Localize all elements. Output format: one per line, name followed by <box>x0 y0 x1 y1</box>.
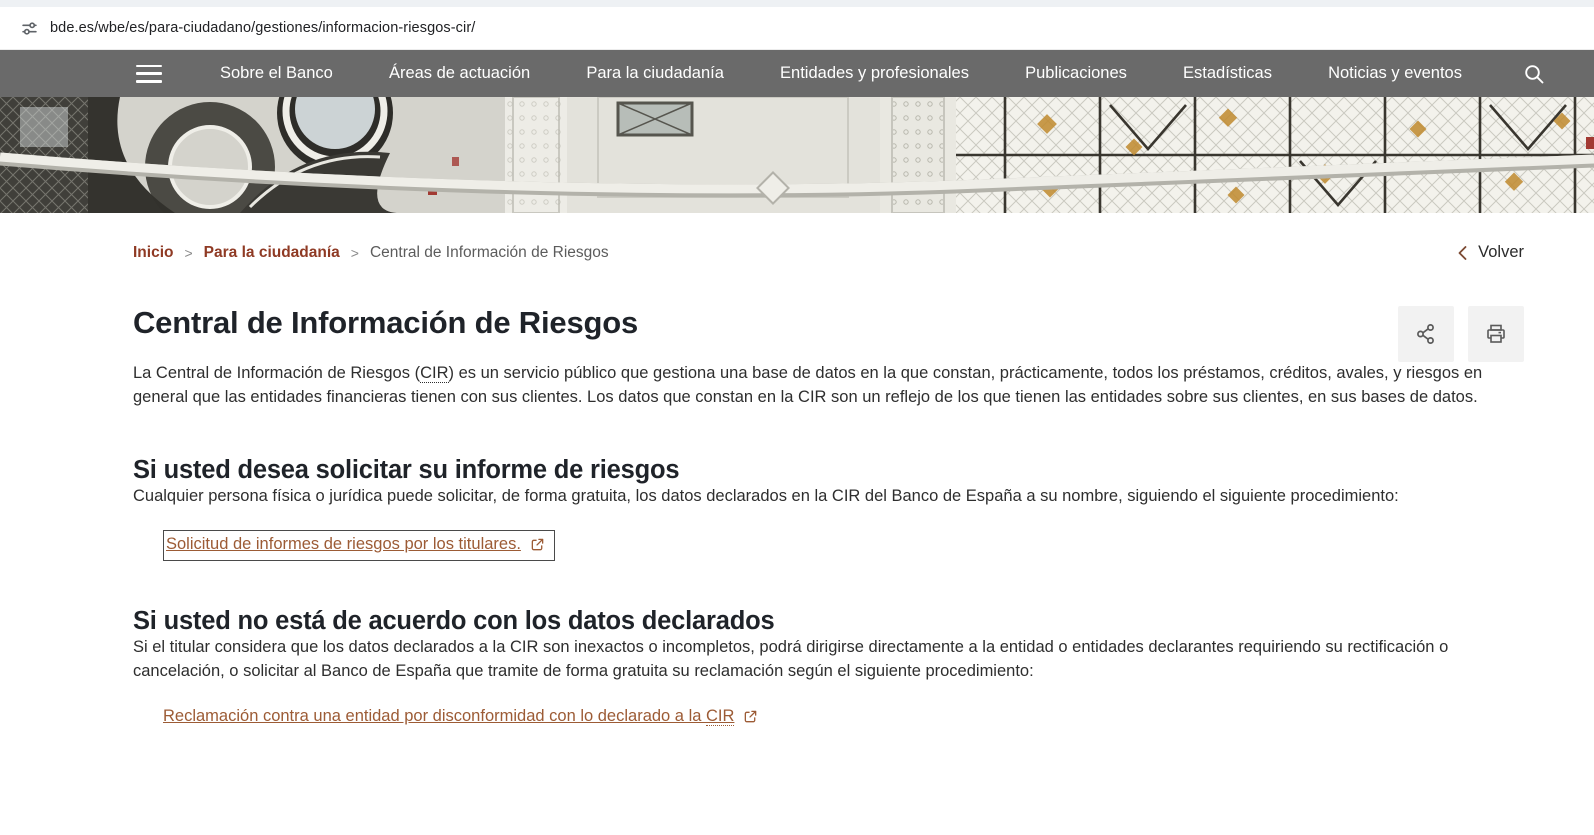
cir-abbreviation: CIR <box>706 706 735 726</box>
page-actions <box>1398 306 1524 362</box>
page-content: Inicio > Para la ciudadanía > Central de… <box>0 243 1594 798</box>
browser-window-edge <box>0 0 1594 7</box>
breadcrumb-separator: > <box>350 244 359 261</box>
external-link-icon <box>745 710 757 723</box>
external-link-icon <box>531 538 544 551</box>
page-title: Central de Información de Riesgos <box>133 305 639 340</box>
section-datos-declarados: Si usted no está de acuerdo con los dato… <box>133 607 1524 728</box>
main-navigation: Sobre el Banco Áreas de actuación Para l… <box>0 50 1594 97</box>
print-icon <box>1487 324 1505 343</box>
hamburger-icon[interactable] <box>136 64 162 83</box>
intro-paragraph: La Central de Información de Riesgos (CI… <box>133 362 1524 410</box>
nav-item-publicaciones[interactable]: Publicaciones <box>1025 64 1127 83</box>
share-icon <box>1417 324 1434 344</box>
nav-item-estadisticas[interactable]: Estadísticas <box>1183 64 1272 83</box>
breadcrumb-inicio[interactable]: Inicio <box>133 244 173 262</box>
section-solicitar-informe: Si usted desea solicitar su informe de r… <box>133 456 1524 561</box>
section-body-desacuerdo: Si el titular considera que los datos de… <box>133 637 1449 680</box>
nav-item-sobre-el-banco[interactable]: Sobre el Banco <box>220 64 333 83</box>
site-settings-icon[interactable] <box>16 15 42 41</box>
nav-item-entidades-y-profesionales[interactable]: Entidades y profesionales <box>780 64 969 83</box>
doc-link-row: Reclamación contra una entidad por disco… <box>163 705 1524 728</box>
cir-abbreviation: CIR <box>420 364 449 383</box>
print-button[interactable] <box>1468 306 1524 362</box>
section-body-solicitar: Cualquier persona física o jurídica pued… <box>133 486 1399 505</box>
link-reclamacion-entidad[interactable]: Reclamación contra una entidad por disco… <box>163 705 735 728</box>
nav-item-para-la-ciudadania[interactable]: Para la ciudadanía <box>586 64 724 83</box>
breadcrumb-separator: > <box>184 244 193 261</box>
link-solicitud-informes[interactable]: Solicitud de informes de riesgos por los… <box>166 533 521 556</box>
back-label: Volver <box>1478 243 1524 261</box>
share-button[interactable] <box>1398 306 1454 362</box>
section-heading-solicitar: Si usted desea solicitar su informe de r… <box>133 455 680 484</box>
url-text[interactable]: bde.es/wbe/es/para-ciudadano/gestiones/i… <box>50 20 475 36</box>
breadcrumb-current-page: Central de Información de Riesgos <box>369 243 609 261</box>
section-heading-desacuerdo: Si usted no está de acuerdo con los dato… <box>133 606 775 635</box>
link-row-reclamacion: Reclamación contra una entidad por disco… <box>163 705 758 728</box>
nav-item-areas-de-actuacion[interactable]: Áreas de actuación <box>389 64 530 83</box>
link-text: Reclamación contra una entidad por disco… <box>163 706 706 725</box>
browser-address-bar[interactable]: bde.es/wbe/es/para-ciudadano/gestiones/i… <box>0 7 1594 50</box>
doc-link-row: Solicitud de informes de riesgos por los… <box>163 529 1524 561</box>
focused-link-box: Solicitud de informes de riesgos por los… <box>163 529 555 561</box>
hero-image-stained-glass-ceiling <box>0 97 1594 213</box>
title-row: Central de Información de Riesgos <box>133 305 1524 362</box>
breadcrumb: Inicio > Para la ciudadanía > Central de… <box>133 244 609 262</box>
back-link[interactable]: Volver <box>1456 243 1524 262</box>
intro-text-part1: La Central de Información de Riesgos ( <box>133 364 421 382</box>
breadcrumb-row: Inicio > Para la ciudadanía > Central de… <box>133 243 1524 262</box>
breadcrumb-para-la-ciudadania[interactable]: Para la ciudadanía <box>204 244 340 262</box>
nav-item-noticias-y-eventos[interactable]: Noticias y eventos <box>1328 64 1462 83</box>
chevron-left-icon <box>1458 245 1467 260</box>
nav-menu: Sobre el Banco Áreas de actuación Para l… <box>220 64 1462 83</box>
search-icon[interactable] <box>1522 62 1546 86</box>
